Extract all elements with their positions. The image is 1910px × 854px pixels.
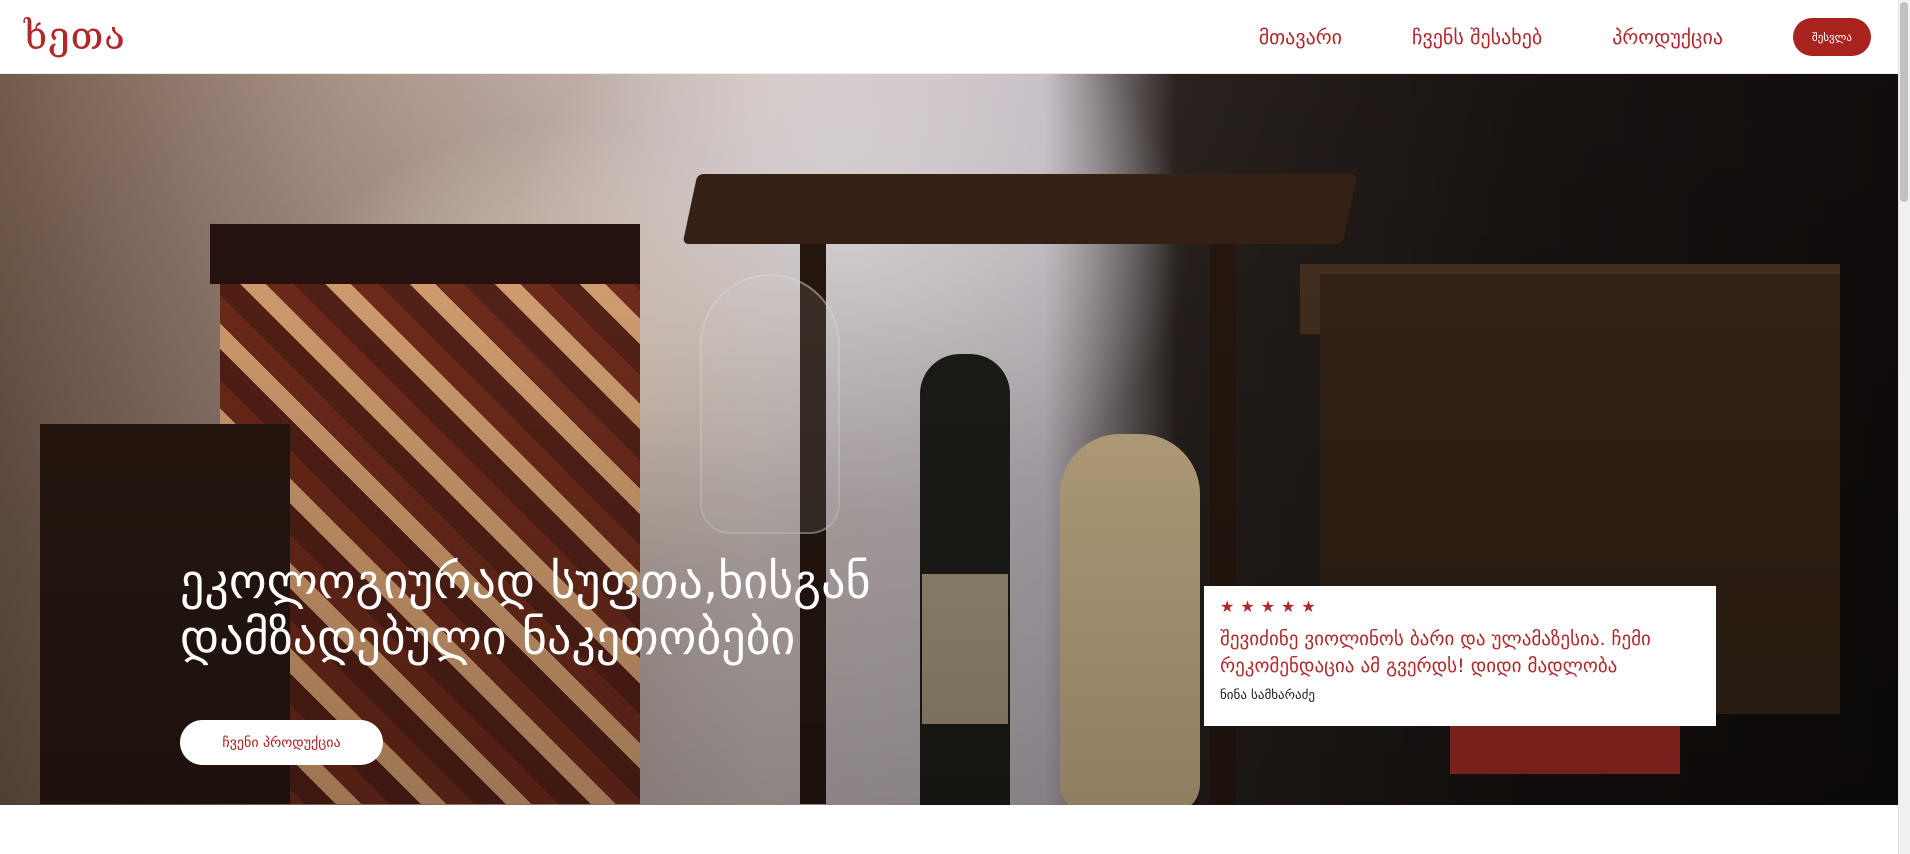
site-header: ხეთა მთავარი ჩვენს შესახებ პროდუქცია შეს… [0, 0, 1898, 74]
our-products-button[interactable]: ჩვენი პროდუქცია [180, 720, 383, 765]
nav-item-products[interactable]: პროდუქცია [1612, 25, 1723, 49]
page-scrollbar[interactable] [1898, 0, 1910, 854]
site-logo[interactable]: ხეთა [24, 12, 126, 60]
review-author: ნინა სამხარაძე [1220, 688, 1315, 703]
hero-title: ეკოლოგიურად სუფთა,ხისგან დამზადებული ნაკ… [180, 554, 871, 666]
scrollbar-thumb[interactable] [1900, 2, 1908, 202]
review-text: შევიძინე ვიოლინოს ბარი და ულამაზესია. ჩე… [1220, 628, 1651, 677]
review-card: ★★★★★ შევიძინე ვიოლინოს ბარი და ულამაზეს… [1204, 586, 1716, 726]
nav-item-home[interactable]: მთავარი [1259, 25, 1342, 49]
nav-item-about[interactable]: ჩვენს შესახებ [1412, 25, 1542, 49]
login-button[interactable]: შესვლა [1793, 18, 1871, 56]
main-nav: მთავარი ჩვენს შესახებ პროდუქცია შესვლა [1259, 0, 1898, 74]
rating-stars-icon: ★★★★★ [1220, 597, 1322, 616]
hero-section: ეკოლოგიურად სუფთა,ხისგან დამზადებული ნაკ… [0, 74, 1898, 805]
